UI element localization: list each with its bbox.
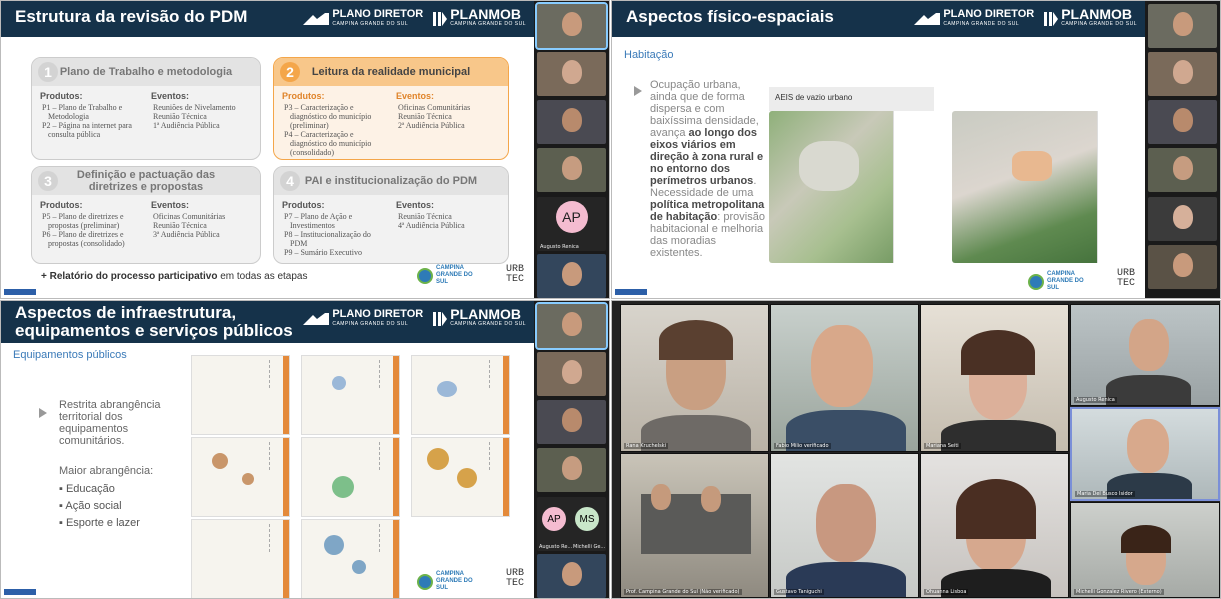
- participant-tile[interactable]: [535, 2, 608, 50]
- avatar: AP: [555, 201, 588, 233]
- participant-video[interactable]: Gustavo Taniguchi: [770, 453, 919, 598]
- participant-video[interactable]: Mariana Seiti: [920, 304, 1069, 452]
- planmob-logo: PLANMOB CAMPINA GRANDE DO SUL: [433, 307, 526, 329]
- slide-header: Aspectos de infraestrutura, equipamentos…: [1, 301, 534, 343]
- participant-strip[interactable]: AP Augusto Renica: [534, 1, 609, 298]
- seal-icon: [417, 267, 433, 284]
- urbtec-logo: URB TEC: [505, 568, 524, 589]
- slide-title: Aspectos físico-espaciais: [626, 7, 834, 26]
- participant-video[interactable]: Rana Kruchelski: [620, 304, 769, 452]
- slide-physical-spatial: Aspectos físico-espaciais PLANO DIRETOR C…: [611, 0, 1221, 299]
- participant-tile[interactable]: [537, 254, 606, 298]
- participant-tile[interactable]: [1148, 52, 1217, 96]
- stage-number: 1: [38, 62, 58, 82]
- participant-tile[interactable]: [537, 352, 606, 396]
- participant-video[interactable]: Ohuanna Lisboa: [920, 453, 1069, 598]
- stage-number: 2: [280, 62, 300, 82]
- map-thumb[interactable]: [191, 519, 290, 598]
- map-aeis-left[interactable]: [769, 111, 937, 263]
- plano-diretor-mark-icon: [914, 13, 941, 25]
- stage-card-1: Plano de Trabalho e metodologia 1 Produt…: [31, 57, 261, 160]
- participant-video-room[interactable]: Prof. Campina Grande do Sul (Não verific…: [620, 453, 769, 598]
- participant-tile-avatars[interactable]: AP MS Augusto Re... Michelli Ge...: [537, 497, 606, 551]
- participant-tile[interactable]: [537, 554, 606, 598]
- map-thumb[interactable]: [411, 437, 510, 517]
- plano-diretor-mark-icon: [303, 13, 330, 25]
- planmob-mark-icon: [433, 312, 448, 326]
- urbtec-logo: URB TEC: [505, 264, 524, 285]
- participant-tile[interactable]: [537, 100, 606, 144]
- avatar: AP: [542, 507, 566, 531]
- slide-area: Aspectos físico-espaciais PLANO DIRETOR C…: [612, 1, 1145, 298]
- seal-icon: [1028, 273, 1044, 290]
- slide-area: Estrutura da revisão do PDM PLANO DIRETO…: [1, 1, 534, 298]
- participant-tile[interactable]: [537, 52, 606, 96]
- participant-tile-avatar[interactable]: AP Augusto Renica: [537, 197, 606, 251]
- planmob-mark-icon: [1044, 12, 1059, 26]
- slide-area: Aspectos de infraestrutura, equipamentos…: [1, 301, 534, 598]
- participant-tile[interactable]: [1148, 100, 1217, 144]
- map-label: AEIS de vazio urbano: [769, 87, 934, 111]
- planmob-logo: PLANMOB CAMPINA GRANDE DO SUL: [1044, 7, 1137, 29]
- plano-diretor-logo: PLANO DIRETOR CAMPINA GRANDE DO SUL: [303, 309, 423, 329]
- municipality-seal: CAMPINA GRANDE DO SUL: [1028, 271, 1087, 292]
- participant-video-active[interactable]: Maria Del Busco Isidor: [1070, 407, 1220, 501]
- bullet-list: ▪ Educação ▪ Ação social ▪ Esporte e laz…: [59, 483, 140, 529]
- planmob-mark-icon: [433, 12, 448, 26]
- map-thumb[interactable]: [411, 355, 510, 435]
- plano-diretor-mark-icon: [303, 313, 330, 325]
- slide-structure: Estrutura da revisão do PDM PLANO DIRETO…: [0, 0, 610, 299]
- municipality-seal: CAMPINA GRANDE DO SUL: [417, 571, 476, 592]
- map-thumb[interactable]: [191, 355, 290, 435]
- paragraph-wider: Maior abrangência:: [59, 465, 154, 477]
- map-thumb[interactable]: [191, 437, 290, 517]
- participant-tile[interactable]: [1148, 197, 1217, 241]
- plano-diretor-logo: PLANO DIRETOR CAMPINA GRANDE DO SUL: [303, 9, 423, 29]
- bullet-arrow-icon: [634, 81, 642, 100]
- slide-title: Estrutura da revisão do PDM: [15, 7, 248, 26]
- slide-subtitle: Equipamentos públicos: [13, 349, 127, 361]
- seal-icon: [417, 573, 433, 590]
- participant-tile[interactable]: [537, 448, 606, 492]
- stage-number: 4: [280, 171, 300, 191]
- urbtec-logo: URB TEC: [1116, 268, 1135, 289]
- presenter-tag: [615, 289, 647, 295]
- slide-subtitle: Habitação: [624, 49, 674, 61]
- participant-strip[interactable]: [1145, 1, 1220, 298]
- participant-video[interactable]: Michelli Gonzalez Rivero (Externo): [1070, 502, 1220, 598]
- participant-tile[interactable]: [1148, 4, 1217, 48]
- plano-diretor-logo: PLANO DIRETOR CAMPINA GRANDE DO SUL: [914, 9, 1034, 29]
- avatar: MS: [575, 507, 599, 531]
- paragraph-occupation: Ocupação urbana, ainda que de forma disp…: [650, 79, 764, 187]
- paragraph-restricted: Restrita abrangência territorial dos equ…: [59, 399, 161, 447]
- map-thumb[interactable]: [301, 437, 400, 517]
- stage-number: 3: [38, 171, 58, 191]
- stage-card-2: Leitura da realidade municipal 2 Produto…: [273, 57, 509, 160]
- planmob-logo: PLANMOB CAMPINA GRANDE DO SUL: [433, 7, 526, 29]
- participant-strip[interactable]: AP MS Augusto Re... Michelli Ge...: [534, 301, 609, 598]
- map-thumb[interactable]: [301, 355, 400, 435]
- participant-tile[interactable]: [537, 148, 606, 192]
- slide-infrastructure: Aspectos de infraestrutura, equipamentos…: [0, 300, 610, 599]
- participant-video[interactable]: Augusto Renica: [1070, 304, 1220, 406]
- bullet-arrow-icon: [39, 403, 47, 422]
- map-thumb[interactable]: [301, 519, 400, 598]
- participant-tile[interactable]: [535, 302, 608, 350]
- participant-video[interactable]: Fabio Milio verificado: [770, 304, 919, 452]
- slide-title: Aspectos de infraestrutura, equipamentos…: [15, 303, 293, 340]
- slide-header: Aspectos físico-espaciais PLANO DIRETOR C…: [612, 1, 1145, 37]
- participant-tile[interactable]: [1148, 148, 1217, 192]
- slide-header: Estrutura da revisão do PDM PLANO DIRETO…: [1, 1, 534, 37]
- video-call-grid: Rana Kruchelski Fabio Milio verificado M…: [611, 300, 1221, 599]
- slide-footer-note: + Relatório do processo participativo em…: [41, 271, 308, 282]
- stage-card-3: Definição e pactuação das diretrizes e p…: [31, 166, 261, 264]
- presenter-tag: [4, 589, 36, 595]
- stage-card-4: PAI e institucionalização do PDM 4 Produ…: [273, 166, 509, 264]
- municipality-seal: CAMPINA GRANDE DO SUL: [417, 265, 476, 286]
- paragraph-policy: Necessidade de uma política metropolitan…: [650, 187, 765, 259]
- participant-tile[interactable]: [537, 400, 606, 444]
- participant-tile[interactable]: [1148, 245, 1217, 289]
- map-aeis-right[interactable]: [952, 111, 1137, 263]
- presenter-tag: [4, 289, 36, 295]
